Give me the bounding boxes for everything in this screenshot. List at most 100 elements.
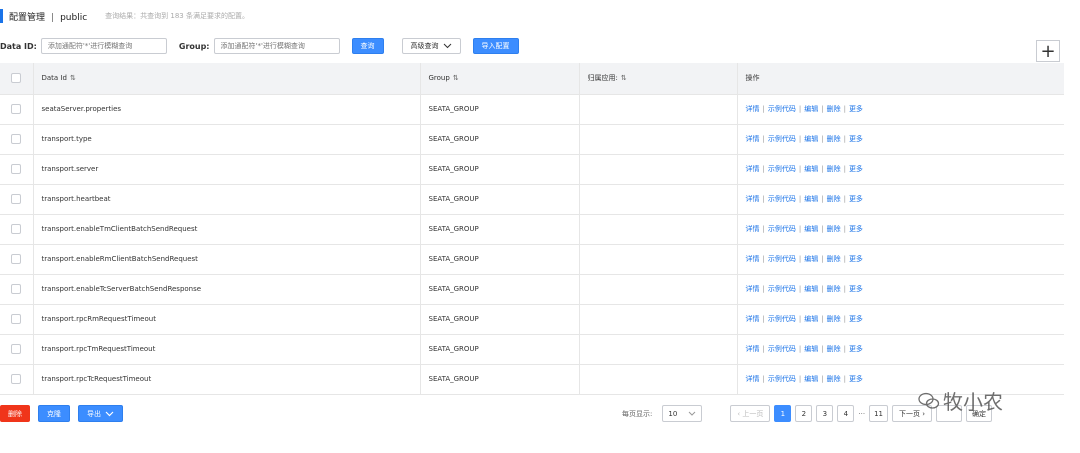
detail-link[interactable]: 详情 xyxy=(746,345,760,353)
row-checkbox[interactable] xyxy=(11,134,22,144)
action-separator: | xyxy=(821,375,824,383)
row-checkbox[interactable] xyxy=(11,104,22,114)
sample-code-link[interactable]: 示例代码 xyxy=(768,105,796,113)
title-separator: | xyxy=(51,12,55,23)
edit-link[interactable]: 编辑 xyxy=(804,285,818,293)
edit-link[interactable]: 编辑 xyxy=(804,195,818,203)
edit-link[interactable]: 编辑 xyxy=(804,375,818,383)
delete-link[interactable]: 删除 xyxy=(827,345,841,353)
more-link[interactable]: 更多 xyxy=(849,195,863,203)
row-checkbox[interactable] xyxy=(11,284,22,294)
detail-link[interactable]: 详情 xyxy=(746,135,760,143)
row-select-cell xyxy=(0,124,33,155)
detail-link[interactable]: 详情 xyxy=(746,105,760,113)
sample-code-link[interactable]: 示例代码 xyxy=(768,165,796,173)
select-all-checkbox[interactable] xyxy=(11,73,22,84)
edit-link[interactable]: 编辑 xyxy=(804,105,818,113)
more-link[interactable]: 更多 xyxy=(849,135,863,143)
edit-link[interactable]: 编辑 xyxy=(804,345,818,353)
sample-code-link[interactable]: 示例代码 xyxy=(768,225,796,233)
sort-icon[interactable]: ⇅ xyxy=(453,74,459,82)
detail-link[interactable]: 详情 xyxy=(746,375,760,383)
delete-link[interactable]: 删除 xyxy=(827,105,841,113)
cell-actions: 详情 | 示例代码 | 编辑 | 删除 | 更多 xyxy=(736,184,1064,215)
cell-app xyxy=(578,184,737,215)
sample-code-link[interactable]: 示例代码 xyxy=(768,345,796,353)
more-link[interactable]: 更多 xyxy=(849,255,863,263)
edit-link[interactable]: 编辑 xyxy=(804,135,818,143)
sort-icon[interactable]: ⇅ xyxy=(621,74,627,82)
sample-code-link[interactable]: 示例代码 xyxy=(768,195,796,203)
detail-link[interactable]: 详情 xyxy=(746,255,760,263)
row-checkbox[interactable] xyxy=(11,224,22,234)
edit-link[interactable]: 编辑 xyxy=(804,225,818,233)
query-button[interactable]: 查询 xyxy=(351,38,384,54)
cell-data-id: seataServer.properties xyxy=(32,94,420,125)
delete-selected-button[interactable]: 删除 xyxy=(0,405,30,422)
detail-link[interactable]: 详情 xyxy=(746,315,760,323)
page-button[interactable]: 4 xyxy=(837,405,855,422)
more-link[interactable]: 更多 xyxy=(849,315,863,323)
more-link[interactable]: 更多 xyxy=(849,345,863,353)
more-link[interactable]: 更多 xyxy=(849,225,863,233)
cell-app xyxy=(578,154,737,185)
column-group[interactable]: Group ⇅ xyxy=(419,63,579,95)
prev-page-button[interactable]: ‹ 上一页 xyxy=(730,405,771,422)
add-config-button[interactable]: + xyxy=(1036,40,1060,62)
sample-code-link[interactable]: 示例代码 xyxy=(768,375,796,383)
delete-link[interactable]: 删除 xyxy=(827,135,841,143)
delete-link[interactable]: 删除 xyxy=(827,225,841,233)
row-checkbox[interactable] xyxy=(11,164,22,174)
action-separator: | xyxy=(821,105,824,113)
sample-code-link[interactable]: 示例代码 xyxy=(768,255,796,263)
page-button[interactable]: 2 xyxy=(795,405,813,422)
table-row: transport.enableTmClientBatchSendRequest… xyxy=(0,214,1064,245)
page-button[interactable]: 11 xyxy=(869,405,888,422)
export-button[interactable]: 导出 xyxy=(78,405,123,422)
row-checkbox[interactable] xyxy=(11,374,22,384)
delete-link[interactable]: 删除 xyxy=(827,255,841,263)
advanced-query-button[interactable]: 高级查询 xyxy=(401,38,461,54)
sort-icon[interactable]: ⇅ xyxy=(70,74,76,82)
action-separator: | xyxy=(762,285,765,293)
page-size-select[interactable]: 10 xyxy=(662,405,703,422)
column-data-id[interactable]: Data Id ⇅ xyxy=(32,63,420,95)
row-checkbox[interactable] xyxy=(11,254,22,264)
column-app[interactable]: 归属应用: ⇅ xyxy=(578,63,737,95)
page-button[interactable]: 3 xyxy=(816,405,834,422)
delete-link[interactable]: 删除 xyxy=(827,195,841,203)
cell-data-id: transport.enableRmClientBatchSendRequest xyxy=(32,244,420,275)
detail-link[interactable]: 详情 xyxy=(746,165,760,173)
page-header: 配置管理 | public 查询结果：共查询到 183 条满足要求的配置。 xyxy=(0,8,249,24)
group-input[interactable] xyxy=(213,38,340,54)
import-config-button[interactable]: 导入配置 xyxy=(472,38,519,54)
more-link[interactable]: 更多 xyxy=(849,285,863,293)
more-link[interactable]: 更多 xyxy=(849,105,863,113)
row-checkbox[interactable] xyxy=(11,314,22,324)
detail-link[interactable]: 详情 xyxy=(746,285,760,293)
row-checkbox[interactable] xyxy=(11,344,22,354)
row-checkbox[interactable] xyxy=(11,194,22,204)
chevron-down-icon xyxy=(689,411,696,416)
sample-code-link[interactable]: 示例代码 xyxy=(768,315,796,323)
row-select-cell xyxy=(0,334,33,365)
sample-code-link[interactable]: 示例代码 xyxy=(768,135,796,143)
clone-button[interactable]: 克隆 xyxy=(38,405,70,422)
page-button[interactable]: 1 xyxy=(774,405,792,422)
delete-link[interactable]: 删除 xyxy=(827,285,841,293)
detail-link[interactable]: 详情 xyxy=(746,225,760,233)
delete-link[interactable]: 删除 xyxy=(827,165,841,173)
detail-link[interactable]: 详情 xyxy=(746,195,760,203)
sample-code-link[interactable]: 示例代码 xyxy=(768,285,796,293)
data-id-input[interactable] xyxy=(40,38,167,54)
edit-link[interactable]: 编辑 xyxy=(804,165,818,173)
delete-link[interactable]: 删除 xyxy=(827,315,841,323)
more-link[interactable]: 更多 xyxy=(849,165,863,173)
delete-link[interactable]: 删除 xyxy=(827,375,841,383)
cell-group: SEATA_GROUP xyxy=(419,274,579,305)
edit-link[interactable]: 编辑 xyxy=(804,315,818,323)
action-separator: | xyxy=(843,135,846,143)
more-link[interactable]: 更多 xyxy=(849,375,863,383)
edit-link[interactable]: 编辑 xyxy=(804,255,818,263)
action-separator: | xyxy=(762,375,765,383)
